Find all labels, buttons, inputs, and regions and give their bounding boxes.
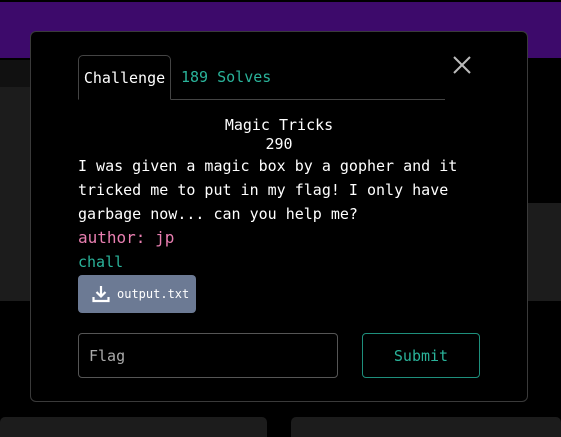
background-card xyxy=(0,87,30,203)
background-card xyxy=(0,417,267,437)
challenge-author: author: jp xyxy=(78,228,175,247)
tab-challenge[interactable]: Challenge xyxy=(78,55,171,100)
download-file-label: output.txt xyxy=(117,287,190,301)
flag-input[interactable] xyxy=(78,333,338,378)
background-card xyxy=(291,417,561,437)
challenge-name: Magic Tricks xyxy=(224,116,334,134)
challenge-value: 290 xyxy=(265,135,293,153)
download-icon xyxy=(92,286,110,303)
tab-solves[interactable]: 189 Solves xyxy=(181,55,271,100)
close-icon[interactable] xyxy=(449,52,475,78)
background-card xyxy=(528,203,561,301)
background-card xyxy=(0,203,30,301)
submit-button[interactable]: Submit xyxy=(362,333,480,378)
modal-tabs: Challenge 189 Solves xyxy=(78,55,445,100)
challenge-description: I was given a magic box by a gopher and … xyxy=(78,157,458,223)
chall-link[interactable]: chall xyxy=(78,251,123,273)
download-file-button[interactable]: output.txt xyxy=(78,275,196,313)
background-card xyxy=(0,60,30,87)
